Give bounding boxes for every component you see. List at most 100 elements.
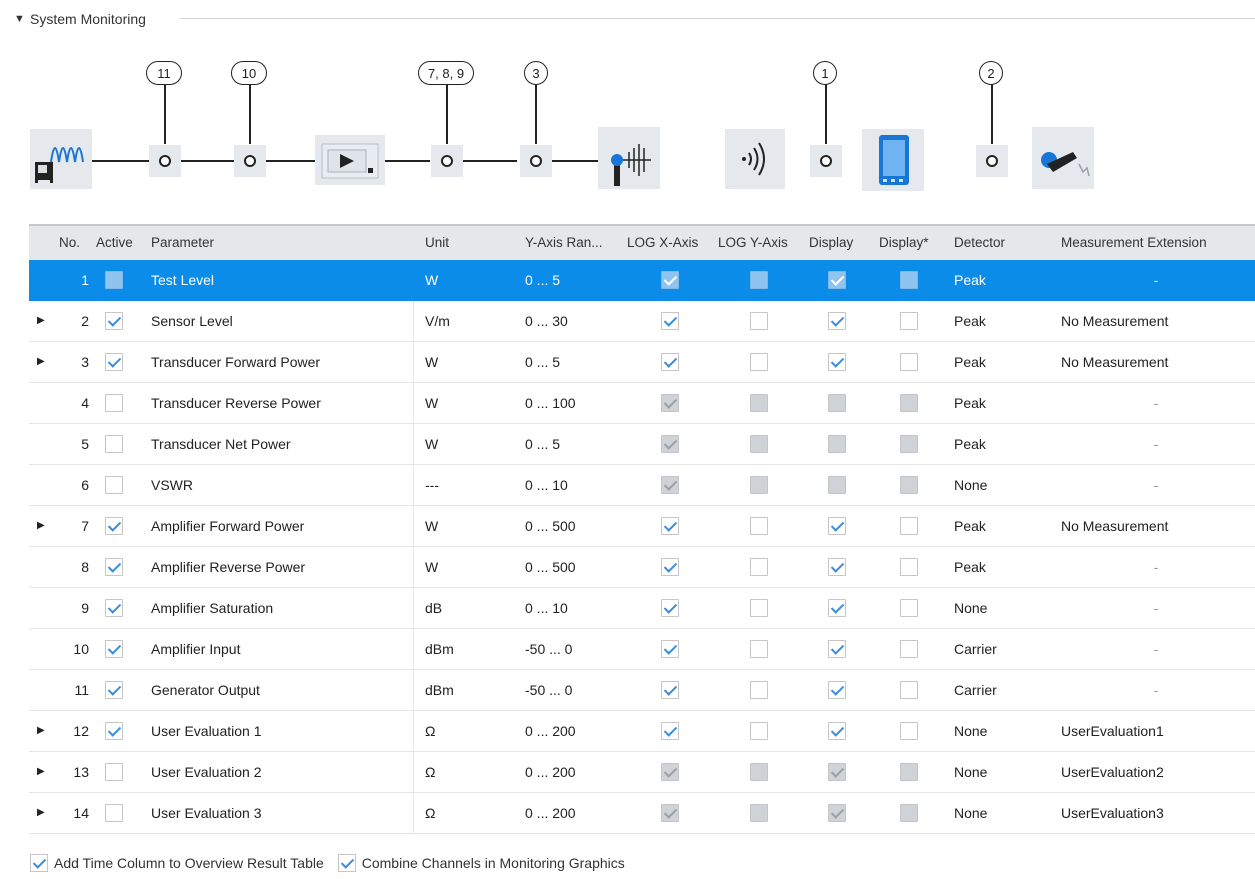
detector-value[interactable]: None [954, 793, 1044, 833]
expand-row-icon[interactable]: ▶ [37, 711, 49, 751]
measurement-extension-value[interactable]: No Measurement [1061, 506, 1251, 546]
signal-generator-icon[interactable] [30, 129, 92, 189]
section-header[interactable]: ▼ System Monitoring [14, 9, 146, 29]
y-axis-range-value[interactable]: 0 ... 10 [525, 588, 621, 628]
combine-channels-option[interactable]: Combine Channels in Monitoring Graphics [337, 854, 625, 872]
measurement-extension-value[interactable]: UserEvaluation1 [1061, 711, 1251, 751]
log-y-axis-checkbox[interactable] [750, 599, 768, 617]
detector-value[interactable]: Peak [954, 342, 1044, 382]
display-checkbox[interactable] [828, 722, 846, 740]
display-star-checkbox[interactable] [900, 271, 918, 289]
display-star-checkbox[interactable] [900, 394, 918, 412]
y-axis-range-value[interactable]: 0 ... 200 [525, 711, 621, 751]
collapse-triangle-icon[interactable]: ▼ [14, 13, 30, 25]
expand-row-icon[interactable]: ▶ [37, 793, 49, 833]
col-header-measurement-extension[interactable]: Measurement Extension [1061, 226, 1251, 262]
log-y-axis-checkbox[interactable] [750, 517, 768, 535]
col-header-detector[interactable]: Detector [954, 226, 1034, 262]
display-checkbox[interactable] [828, 804, 846, 822]
detector-value[interactable]: Peak [954, 260, 1044, 300]
log-y-axis-checkbox[interactable] [750, 271, 768, 289]
display-checkbox[interactable] [828, 681, 846, 699]
log-y-axis-checkbox[interactable] [750, 804, 768, 822]
measurement-extension-value[interactable]: - [1061, 629, 1251, 669]
measurement-extension-value[interactable]: No Measurement [1061, 301, 1251, 341]
active-checkbox[interactable] [105, 558, 123, 576]
expand-row-icon[interactable]: ▶ [37, 301, 49, 341]
display-checkbox[interactable] [828, 476, 846, 494]
display-star-checkbox[interactable] [900, 476, 918, 494]
active-checkbox[interactable] [105, 271, 123, 289]
field-probe-icon[interactable] [725, 129, 785, 189]
node-7-8-9[interactable] [431, 145, 463, 177]
log-x-axis-checkbox[interactable] [661, 558, 679, 576]
log-y-axis-checkbox[interactable] [750, 394, 768, 412]
active-checkbox[interactable] [105, 804, 123, 822]
log-y-axis-checkbox[interactable] [750, 558, 768, 576]
display-star-checkbox[interactable] [900, 640, 918, 658]
y-axis-range-value[interactable]: 0 ... 30 [525, 301, 621, 341]
display-checkbox[interactable] [828, 517, 846, 535]
node-11[interactable] [149, 145, 181, 177]
table-row[interactable]: 6 VSWR --- 0 ... 10 None - [29, 465, 1255, 506]
display-star-checkbox[interactable] [900, 681, 918, 699]
table-row[interactable]: 11 Generator Output dBm -50 ... 0 Carrier - [29, 670, 1255, 711]
table-row[interactable]: 4 Transducer Reverse Power W 0 ... 100 Peak - [29, 383, 1255, 424]
detector-value[interactable]: None [954, 465, 1044, 505]
y-axis-range-value[interactable]: 0 ... 5 [525, 424, 621, 464]
table-row[interactable]: ▶ 7 Amplifier Forward Power W 0 ... 500 Peak N… [29, 506, 1255, 547]
log-x-axis-checkbox[interactable] [661, 804, 679, 822]
table-row[interactable]: ▶ 12 User Evaluation 1 Ω 0 ... 200 None UserEv… [29, 711, 1255, 752]
detector-value[interactable]: Peak [954, 424, 1044, 464]
detector-value[interactable]: Carrier [954, 670, 1044, 710]
y-axis-range-value[interactable]: 0 ... 5 [525, 342, 621, 382]
y-axis-range-value[interactable]: 0 ... 500 [525, 547, 621, 587]
table-row[interactable]: ▶ 14 User Evaluation 3 Ω 0 ... 200 None UserEv… [29, 793, 1255, 834]
table-row[interactable]: ▶ 3 Transducer Forward Power W 0 ... 5 Peak No… [29, 342, 1255, 383]
active-checkbox[interactable] [105, 312, 123, 330]
display-checkbox[interactable] [828, 558, 846, 576]
log-x-axis-checkbox[interactable] [661, 599, 679, 617]
display-star-checkbox[interactable] [900, 353, 918, 371]
display-star-checkbox[interactable] [900, 435, 918, 453]
log-y-axis-checkbox[interactable] [750, 353, 768, 371]
measurement-extension-value[interactable]: UserEvaluation2 [1061, 752, 1251, 792]
combine-channels-checkbox[interactable] [337, 854, 356, 872]
table-row[interactable]: ▶ 2 Sensor Level V/m 0 ... 30 Peak No Measurem… [29, 301, 1255, 342]
measurement-extension-value[interactable]: UserEvaluation3 [1061, 793, 1251, 833]
antenna-icon[interactable] [598, 127, 660, 189]
y-axis-range-value[interactable]: 0 ... 200 [525, 752, 621, 792]
display-checkbox[interactable] [828, 435, 846, 453]
add-time-column-checkbox[interactable] [30, 854, 48, 872]
display-checkbox[interactable] [828, 271, 846, 289]
col-header-no[interactable]: No. [59, 226, 99, 262]
expand-row-icon[interactable]: ▶ [37, 342, 49, 382]
y-axis-range-value[interactable]: 0 ... 200 [525, 793, 621, 833]
log-x-axis-checkbox[interactable] [661, 640, 679, 658]
col-header-display[interactable]: Display [809, 226, 869, 262]
y-axis-range-value[interactable]: -50 ... 0 [525, 670, 621, 710]
node-10[interactable] [234, 145, 266, 177]
detector-value[interactable]: None [954, 588, 1044, 628]
active-checkbox[interactable] [105, 763, 123, 781]
node-3[interactable] [520, 145, 552, 177]
y-axis-range-value[interactable]: 0 ... 100 [525, 383, 621, 423]
col-header-active[interactable]: Active [96, 226, 146, 262]
expand-row-icon[interactable]: ▶ [37, 752, 49, 792]
log-x-axis-checkbox[interactable] [661, 517, 679, 535]
node-2[interactable] [976, 145, 1008, 177]
active-checkbox[interactable] [105, 722, 123, 740]
display-checkbox[interactable] [828, 599, 846, 617]
display-star-checkbox[interactable] [900, 558, 918, 576]
display-star-checkbox[interactable] [900, 722, 918, 740]
log-x-axis-checkbox[interactable] [661, 394, 679, 412]
log-x-axis-checkbox[interactable] [661, 722, 679, 740]
table-row[interactable]: 8 Amplifier Reverse Power W 0 ... 500 Peak - [29, 547, 1255, 588]
active-checkbox[interactable] [105, 435, 123, 453]
measurement-extension-value[interactable]: - [1061, 670, 1251, 710]
active-checkbox[interactable] [105, 476, 123, 494]
table-row[interactable]: 9 Amplifier Saturation dB 0 ... 10 None - [29, 588, 1255, 629]
active-checkbox[interactable] [105, 599, 123, 617]
log-y-axis-checkbox[interactable] [750, 435, 768, 453]
display-star-checkbox[interactable] [900, 599, 918, 617]
